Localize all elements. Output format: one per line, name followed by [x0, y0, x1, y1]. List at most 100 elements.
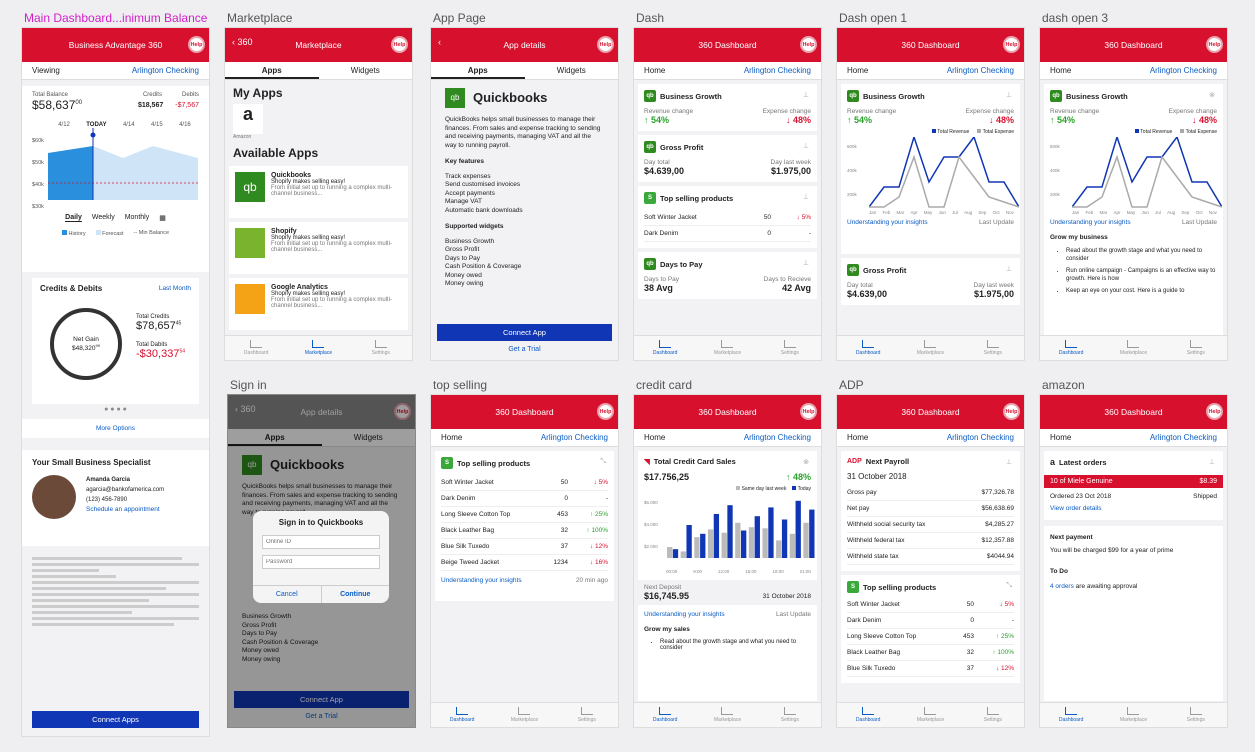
help-button[interactable]: Help: [394, 403, 411, 420]
get-trial-link[interactable]: Get a Trial: [228, 713, 415, 720]
schedule-link[interactable]: Schedule an appointment: [86, 505, 164, 515]
period-daily[interactable]: Daily: [65, 214, 82, 222]
help-button[interactable]: Help: [800, 403, 817, 420]
nav-settings[interactable]: Settings: [1165, 703, 1227, 727]
nav-marketplace[interactable]: Marketplace: [493, 703, 555, 727]
nav-marketplace[interactable]: Marketplace: [899, 336, 961, 360]
nav-dashboard[interactable]: Dashboard: [1040, 703, 1102, 727]
collapse-icon[interactable]: ⤡: [600, 458, 606, 466]
get-trial-link[interactable]: Get a Trial: [431, 346, 618, 353]
help-button[interactable]: Help: [1206, 36, 1223, 53]
nav-settings[interactable]: Settings: [962, 703, 1024, 727]
pin-icon[interactable]: ⊥: [803, 142, 809, 150]
more-options-link[interactable]: More Options: [22, 419, 209, 438]
nav-settings[interactable]: Settings: [556, 703, 618, 727]
app-item-shopify[interactable]: Shopify Shopify makes selling easy! From i…: [229, 222, 408, 274]
credit-card-sales-card[interactable]: ◥ Total Credit Card Sales ⊗ $17.756,25 ↑ 48…: [638, 451, 817, 701]
insights-link[interactable]: Understanding your insights: [644, 611, 725, 618]
account-selector[interactable]: Arlington Checking: [541, 433, 608, 442]
help-button[interactable]: Help: [597, 403, 614, 420]
business-growth-card[interactable]: qb Business Growth ⊥ Revenue change Expense…: [638, 84, 817, 131]
tab-widgets[interactable]: Widgets: [319, 62, 413, 79]
days-to-pay-card[interactable]: qb Days to Pay ⊥ Days to Pay Days to Reciev…: [638, 252, 817, 299]
tab-apps[interactable]: Apps: [431, 62, 525, 79]
pin-icon[interactable]: ⊥: [1006, 91, 1012, 99]
account-selector[interactable]: Arlington Checking: [744, 433, 811, 442]
pin-icon[interactable]: ⊥: [803, 193, 809, 201]
top-selling-card[interactable]: S Top selling products ⤡ Soft Winter Jacke…: [435, 451, 614, 601]
insights-link[interactable]: Understanding your insights: [441, 577, 522, 584]
account-selector[interactable]: Arlington Checking: [1150, 433, 1217, 442]
period-monthly[interactable]: Monthly: [125, 214, 150, 222]
tab-widgets[interactable]: Widgets: [525, 62, 619, 79]
nav-marketplace[interactable]: Marketplace: [1102, 336, 1164, 360]
nav-settings[interactable]: Settings: [759, 703, 821, 727]
nav-settings[interactable]: Settings: [1165, 336, 1227, 360]
business-growth-card[interactable]: qb Business Growth ⊗ Revenue change Expense…: [1044, 84, 1223, 360]
gross-profit-card[interactable]: qb Gross Profit ⊥ Day total Day last week $…: [638, 135, 817, 182]
help-button[interactable]: Help: [597, 36, 614, 53]
top-selling-card[interactable]: S Top selling products ⤡ Soft Winter Jacke…: [841, 575, 1020, 683]
help-button[interactable]: Help: [1003, 36, 1020, 53]
nav-dashboard[interactable]: Dashboard: [225, 336, 287, 360]
account-selector[interactable]: Arlington Checking: [1150, 66, 1217, 75]
close-icon[interactable]: ⊗: [1209, 91, 1215, 99]
connect-apps-button[interactable]: Connect Apps: [32, 711, 199, 728]
specialist-phone[interactable]: (123) 456-7890: [86, 495, 164, 505]
password-input[interactable]: [262, 555, 380, 569]
insights-link[interactable]: Understanding your insights: [1050, 219, 1131, 226]
nav-dashboard[interactable]: Dashboard: [837, 703, 899, 727]
last-month-link[interactable]: Last Month: [159, 285, 191, 292]
specialist-email[interactable]: agarcia@bankofamerica.com: [86, 485, 164, 495]
insights-link[interactable]: Understanding your insights: [847, 219, 928, 226]
pin-icon[interactable]: ⊥: [1006, 265, 1012, 273]
help-button[interactable]: Help: [391, 36, 408, 53]
top-selling-card[interactable]: S Top selling products ⊥ Soft Winter Jacke…: [638, 186, 817, 248]
nav-marketplace[interactable]: Marketplace: [287, 336, 349, 360]
pin-icon[interactable]: ⊥: [803, 91, 809, 99]
continue-button[interactable]: Continue: [322, 586, 390, 603]
calendar-icon[interactable]: ▦: [159, 214, 166, 222]
nav-marketplace[interactable]: Marketplace: [696, 703, 758, 727]
nav-dashboard[interactable]: Dashboard: [634, 703, 696, 727]
nav-dashboard[interactable]: Dashboard: [1040, 336, 1102, 360]
app-item-google-analytics[interactable]: Google Analytics Shopify makes selling ea…: [229, 278, 408, 330]
pin-icon[interactable]: ⊥: [1006, 458, 1012, 466]
pin-icon[interactable]: ⊥: [803, 259, 809, 267]
tab-apps[interactable]: Apps: [225, 62, 319, 79]
pin-icon[interactable]: ⊥: [1209, 458, 1215, 466]
help-button[interactable]: Help: [800, 36, 817, 53]
collapse-icon[interactable]: ⤡: [1006, 582, 1012, 590]
nav-settings[interactable]: Settings: [350, 336, 412, 360]
page-dots[interactable]: ● ● ● ●: [22, 406, 209, 413]
view-order-link[interactable]: View order details: [1044, 505, 1223, 512]
latest-orders-card[interactable]: a Latest orders ⊥ 10 of Miele Genuine $8.39…: [1044, 451, 1223, 701]
account-selector[interactable]: Arlington Checking: [947, 433, 1014, 442]
account-selector[interactable]: Arlington Checking: [132, 66, 199, 75]
nav-dashboard[interactable]: Dashboard: [837, 336, 899, 360]
cancel-button[interactable]: Cancel: [253, 586, 322, 603]
orders-link[interactable]: 4 orders: [1050, 583, 1074, 590]
nav-marketplace[interactable]: Marketplace: [1102, 703, 1164, 727]
back-button[interactable]: ‹ 360: [235, 404, 256, 414]
online-id-input[interactable]: [262, 535, 380, 549]
amazon-icon[interactable]: a: [233, 104, 263, 134]
nav-marketplace[interactable]: Marketplace: [696, 336, 758, 360]
back-button[interactable]: ‹: [438, 37, 441, 47]
account-selector[interactable]: Arlington Checking: [744, 66, 811, 75]
business-growth-card[interactable]: qb Business Growth ⊥ Revenue change Expense…: [841, 84, 1020, 254]
nav-settings[interactable]: Settings: [759, 336, 821, 360]
nav-dashboard[interactable]: Dashboard: [431, 703, 493, 727]
connect-app-button[interactable]: Connect App: [437, 324, 612, 341]
next-payroll-card[interactable]: ADP Next Payroll ⊥ 31 October 2018 Gross p…: [841, 451, 1020, 571]
help-button[interactable]: Help: [188, 36, 205, 53]
app-item-quickbooks[interactable]: qb Quickbooks Shopify makes selling easy! F…: [229, 166, 408, 218]
gross-profit-card[interactable]: qb Gross Profit ⊥ Day total Day last week $…: [841, 258, 1020, 305]
nav-marketplace[interactable]: Marketplace: [899, 703, 961, 727]
help-button[interactable]: Help: [1206, 403, 1223, 420]
close-icon[interactable]: ⊗: [803, 458, 809, 466]
connect-app-button[interactable]: Connect App: [234, 691, 409, 708]
nav-dashboard[interactable]: Dashboard: [634, 336, 696, 360]
tab-widgets[interactable]: Widgets: [322, 429, 416, 446]
nav-settings[interactable]: Settings: [962, 336, 1024, 360]
